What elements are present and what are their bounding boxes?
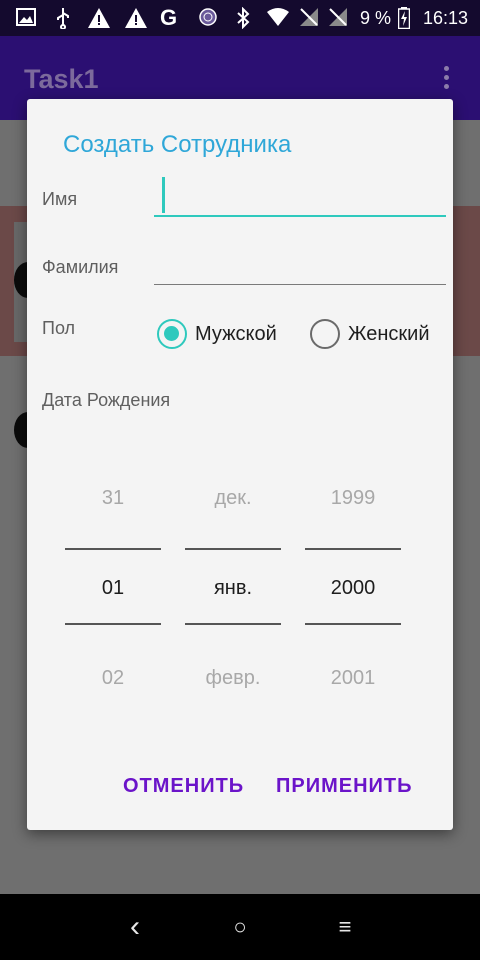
text-cursor [162, 177, 165, 213]
month-prev[interactable]: дек. [185, 487, 281, 510]
picker-divider [305, 623, 401, 625]
bluetooth-icon [236, 6, 250, 30]
dialog-title: Создать Сотрудника [63, 131, 292, 158]
radio-checked-icon[interactable] [157, 319, 187, 349]
name-input[interactable] [154, 177, 446, 215]
day-current[interactable]: 01 [65, 577, 161, 600]
day-prev[interactable]: 31 [65, 487, 161, 510]
image-icon [16, 7, 36, 29]
battery-percent: 9 % [360, 8, 392, 28]
picker-divider [305, 548, 401, 550]
gender-option-male[interactable]: Мужской [157, 314, 277, 354]
navigation-bar: ‹ ○ ≡ [0, 894, 480, 960]
sphere-icon [198, 7, 218, 29]
day-picker[interactable]: 31 01 02 [65, 469, 161, 719]
surname-input[interactable] [154, 245, 446, 284]
gender-option-label: Женский [348, 322, 430, 345]
battery-icon [397, 7, 411, 30]
month-current[interactable]: янв. [185, 577, 281, 600]
status-bar: G 9 % 16:13 [0, 0, 480, 36]
year-prev[interactable]: 1999 [305, 487, 401, 510]
picker-divider [185, 623, 281, 625]
no-sim-icon [299, 7, 319, 29]
no-sim-icon [328, 7, 348, 29]
google-icon: G [160, 5, 178, 30]
name-field[interactable] [154, 177, 446, 217]
overflow-menu-icon[interactable] [441, 66, 451, 96]
name-label: Имя [42, 189, 78, 209]
warning-icon [87, 7, 111, 29]
year-next[interactable]: 2001 [305, 667, 401, 690]
picker-divider [185, 548, 281, 550]
gender-option-female[interactable]: Женский [310, 314, 429, 354]
create-employee-dialog: Создать Сотрудника Имя Фамилия Пол Мужск… [27, 99, 453, 830]
radio-unchecked-icon[interactable] [310, 319, 340, 349]
gender-option-label: Мужской [195, 322, 277, 345]
picker-divider [65, 623, 161, 625]
apply-button[interactable]: ПРИМЕНИТЬ [276, 775, 413, 798]
gender-label: Пол [42, 318, 76, 338]
wifi-icon [266, 7, 290, 29]
cancel-button[interactable]: ОТМЕНИТЬ [123, 775, 244, 798]
surname-label: Фамилия [42, 257, 119, 277]
usb-icon [55, 7, 71, 30]
year-current[interactable]: 2000 [305, 577, 401, 600]
clock: 16:13 [423, 8, 469, 28]
day-next[interactable]: 02 [65, 667, 161, 690]
year-picker[interactable]: 1999 2000 2001 [305, 469, 401, 719]
home-icon[interactable]: ○ [220, 912, 260, 942]
picker-divider [65, 548, 161, 550]
back-icon[interactable]: ‹ [115, 912, 155, 942]
app-title: Task1 [24, 64, 99, 94]
month-picker[interactable]: дек. янв. февр. [185, 469, 281, 719]
birth-date-label: Дата Рождения [42, 390, 171, 410]
menu-icon[interactable]: ≡ [325, 912, 365, 942]
month-next[interactable]: февр. [185, 667, 281, 690]
surname-field[interactable] [154, 245, 446, 285]
warning-icon [124, 7, 148, 29]
